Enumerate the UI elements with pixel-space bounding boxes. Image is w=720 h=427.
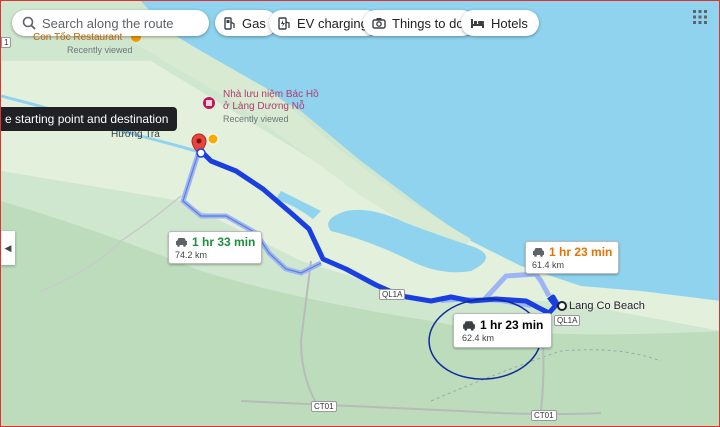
road-shield: 1 (1, 37, 12, 48)
map-canvas[interactable] (1, 1, 720, 427)
filter-hotels-button[interactable]: Hotels (461, 10, 539, 36)
search-icon (22, 16, 36, 30)
route-distance: 61.4 km (532, 260, 565, 270)
route-time: 1 hr 23 min (549, 245, 613, 259)
restaurant-label[interactable]: Con Tốc Restaurant Recently viewed (33, 32, 133, 56)
gas-station-icon (224, 16, 235, 30)
destination-label[interactable]: Lang Co Beach (569, 300, 645, 312)
filter-gas-button[interactable]: Gas (215, 10, 277, 36)
ev-charging-icon (278, 16, 290, 30)
collapse-panel-button[interactable]: ◀ (1, 231, 15, 265)
car-icon (176, 238, 187, 247)
route-distance: 74.2 km (175, 250, 208, 260)
route-time: 1 hr 33 min (192, 235, 256, 249)
road-shield: CT01 (531, 410, 557, 421)
road-shield: CT01 (311, 401, 337, 412)
filter-things-to-do-label: Things to do (392, 15, 464, 31)
restaurant-note: Recently viewed (67, 45, 133, 55)
route-start-dot (196, 148, 206, 158)
route-distance: 62.4 km (462, 333, 495, 343)
map-view[interactable]: Search along the route Gas EV charging T… (0, 0, 720, 427)
filter-gas-label: Gas (242, 15, 266, 31)
bed-icon (471, 18, 484, 28)
restaurant-name: Con Tốc Restaurant (33, 32, 123, 43)
poi-marker-icon (207, 133, 219, 145)
route-time: 1 hr 23 min (480, 318, 544, 332)
route-callout-alt-1[interactable]: 1 hr 33 min 74.2 km (168, 231, 263, 264)
camera-icon (372, 18, 386, 29)
search-placeholder[interactable]: Search along the route (42, 16, 174, 31)
car-icon (463, 320, 475, 331)
route-callout-selected[interactable]: 1 hr 23 min 62.4 km (453, 313, 553, 348)
museum-name-line1: Nhà lưu niệm Bác Hồ (223, 89, 319, 100)
tooltip: e starting point and destination (1, 107, 178, 131)
filter-things-to-do-button[interactable]: Things to do (363, 10, 475, 36)
road-shield: QL1A (379, 289, 406, 300)
road-shield: QL1A (554, 315, 581, 326)
filter-ev-charging-label: EV charging (297, 15, 368, 31)
route-callout-alt-2[interactable]: 1 hr 23 min 61.4 km (525, 241, 620, 274)
museum-note: Recently viewed (223, 114, 289, 124)
chevron-left-icon: ◀ (4, 242, 12, 253)
museum-label[interactable]: Nhà lưu niệm Bác Hồ ở Làng Dương Nỗ Rece… (223, 89, 319, 125)
start-pin-dot (196, 138, 202, 144)
apps-grid-icon[interactable] (693, 10, 707, 24)
car-icon (533, 248, 544, 257)
filter-hotels-label: Hotels (491, 15, 528, 31)
destination-marker-icon (557, 301, 567, 311)
museum-name-line2: ở Làng Dương Nỗ (223, 101, 305, 112)
